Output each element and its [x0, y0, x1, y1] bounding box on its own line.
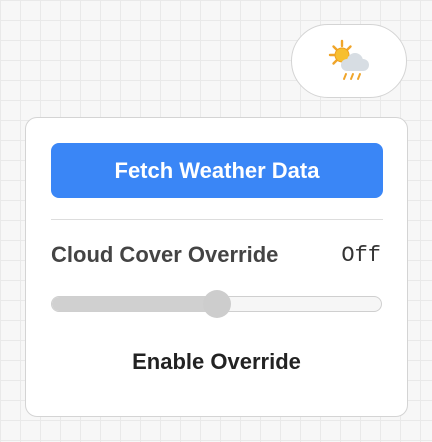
- cloud-cover-override-label: Cloud Cover Override: [51, 242, 279, 267]
- weather-control-panel: Fetch Weather Data Cloud Cover Override …: [25, 117, 408, 417]
- slider-fill: [52, 297, 217, 311]
- slider-thumb[interactable]: [202, 290, 231, 318]
- enable-override-toggle[interactable]: Enable Override: [26, 349, 407, 375]
- weather-status-badge: [291, 24, 407, 98]
- cloud-cover-slider[interactable]: [51, 290, 382, 318]
- fetch-weather-data-button[interactable]: Fetch Weather Data: [51, 143, 383, 198]
- sun-behind-cloud-with-rain-icon: [325, 39, 373, 83]
- cloud-cover-override-value: Off: [341, 243, 381, 268]
- panel-divider: [51, 219, 383, 220]
